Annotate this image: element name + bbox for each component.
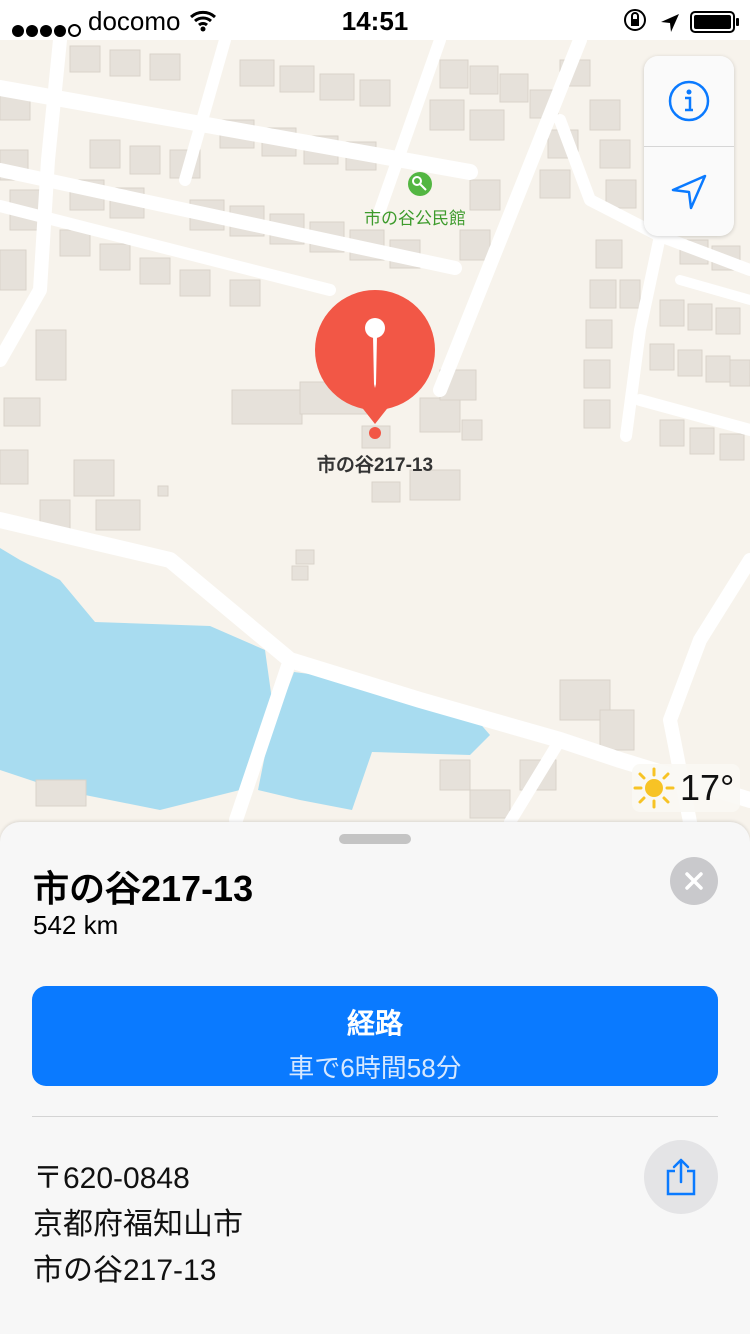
address-line2: 市の谷217-13: [33, 1254, 217, 1287]
place-card: 市の谷217-13 542 km 経路 車で6時間58分 〒620-0848 京…: [0, 822, 750, 1334]
directions-button[interactable]: 経路 車で6時間58分: [32, 986, 718, 1086]
poi-label[interactable]: 市の谷公民館: [330, 204, 500, 229]
battery-icon: [690, 9, 739, 33]
temperature-label: 17°: [680, 767, 735, 808]
address-block: 〒620-0848 京都府福知山市 市の谷217-13: [33, 1156, 243, 1294]
close-button[interactable]: [670, 857, 718, 905]
distance-label: 542 km: [33, 910, 119, 940]
current-location-button[interactable]: [644, 146, 734, 236]
address-line1: 京都府福知山市: [33, 1208, 243, 1241]
share-button[interactable]: [644, 1140, 718, 1214]
divider: [32, 1116, 718, 1117]
weather-badge: 17°: [632, 764, 740, 812]
sun-icon: [633, 767, 675, 809]
location-services-icon: [660, 9, 680, 40]
map-controls: [644, 56, 734, 236]
place-title: 市の谷217-13: [33, 868, 254, 909]
directions-eta: 車で6時間58分: [288, 1053, 462, 1083]
close-icon: [685, 872, 703, 890]
share-icon: [666, 1158, 696, 1196]
map-info-button[interactable]: [644, 56, 734, 146]
sheet-grabber[interactable]: [339, 834, 411, 844]
directions-title: 経路: [346, 1008, 403, 1039]
address-postal: 〒620-0848: [33, 1162, 190, 1195]
pin-label[interactable]: 市の谷217-13: [280, 450, 470, 477]
status-bar: docomo 14:51: [0, 0, 750, 40]
community-center-icon: [408, 172, 432, 196]
rotation-lock-icon: [622, 7, 648, 40]
info-icon: [668, 80, 710, 122]
location-arrow-icon: [671, 174, 707, 210]
